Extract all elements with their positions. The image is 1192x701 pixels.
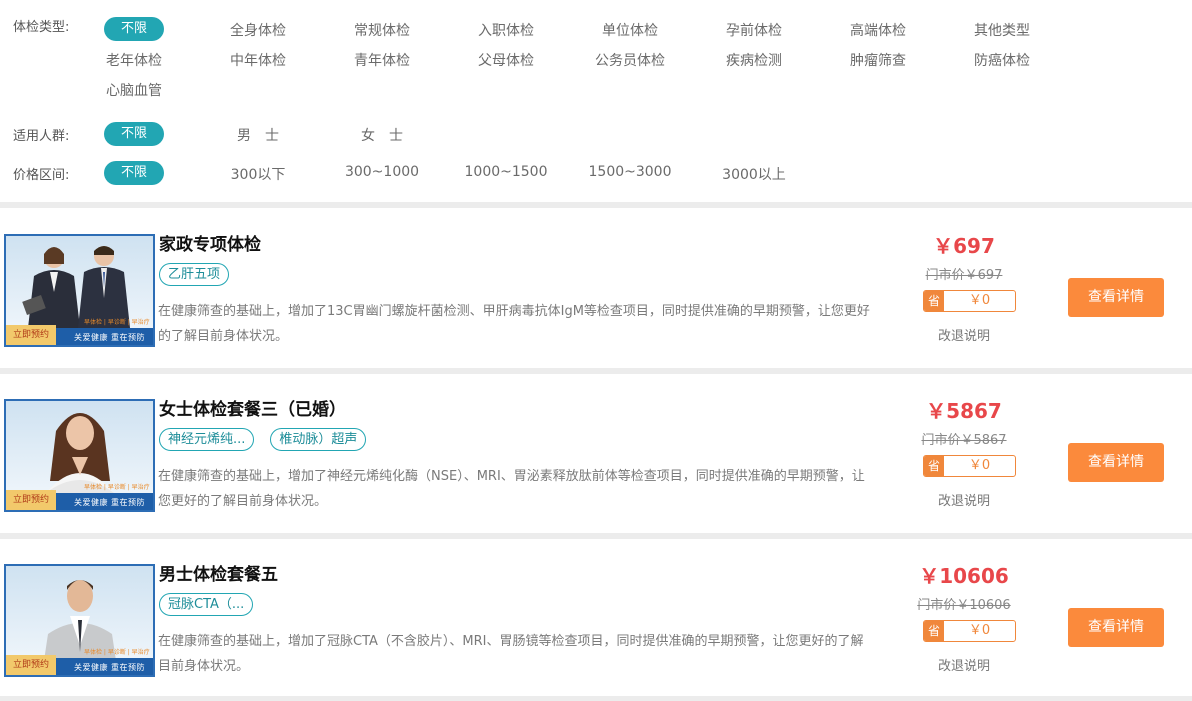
- type-option[interactable]: 老年体检: [76, 50, 192, 70]
- crowd-option-male[interactable]: 男 士: [200, 125, 316, 145]
- type-option[interactable]: 青年体检: [324, 50, 440, 70]
- price-option-all[interactable]: 不限: [104, 161, 164, 185]
- type-option[interactable]: 防癌体检: [944, 50, 1060, 70]
- package-card: 关爱健康 重在预防 早体检 | 早诊断 | 早治疗 立即预约 男士体检套餐五 冠…: [0, 538, 1192, 698]
- type-option[interactable]: 入职体检: [448, 20, 564, 40]
- package-title[interactable]: 女士体检套餐三（已婚）: [159, 395, 346, 420]
- thumbnail-mini-tags: 早体检 | 早诊断 | 早治疗: [84, 484, 150, 491]
- package-title[interactable]: 家政专项体检: [159, 230, 261, 255]
- type-option[interactable]: 其他类型: [944, 20, 1060, 40]
- package-description: 在健康筛查的基础上，增加了冠脉CTA（不含胶片）、MRI、胃肠镜等检查项目，同时…: [158, 634, 864, 674]
- market-price: 门市价￥5867: [921, 433, 1007, 448]
- type-option[interactable]: 中年体检: [200, 50, 316, 70]
- market-price: 门市价￥697: [925, 268, 1003, 283]
- package-thumbnail[interactable]: 关爱健康 重在预防 早体检 | 早诊断 | 早治疗 立即预约: [4, 564, 155, 677]
- price-option[interactable]: 1500~3000: [572, 164, 688, 180]
- price-filter-label: 价格区间:: [13, 168, 70, 183]
- type-option[interactable]: 孕前体检: [696, 20, 812, 40]
- save-badge: 省 ￥0: [923, 290, 1016, 312]
- crowd-option-all[interactable]: 不限: [104, 122, 164, 146]
- package-price: ￥5867: [926, 399, 1002, 423]
- package-tag: 乙肝五项: [159, 263, 230, 286]
- package-tag: 神经元烯纯...: [159, 428, 255, 451]
- divider: [0, 696, 1192, 701]
- save-badge: 省 ￥0: [923, 620, 1016, 642]
- refund-policy-link[interactable]: 改退说明: [904, 655, 1024, 674]
- package-tags: 神经元烯纯... 椎动脉）超声: [159, 428, 382, 452]
- market-price: 门市价￥10606: [917, 598, 1011, 613]
- book-now-tag[interactable]: 立即预约: [6, 655, 56, 675]
- type-option[interactable]: 高端体检: [820, 20, 936, 40]
- type-option[interactable]: 心脑血管: [76, 80, 192, 100]
- package-price: ￥10606: [919, 564, 1009, 588]
- type-filter-label: 体检类型:: [13, 20, 70, 35]
- book-now-tag[interactable]: 立即预约: [6, 325, 56, 345]
- refund-policy-link[interactable]: 改退说明: [904, 490, 1024, 509]
- type-option-all[interactable]: 不限: [104, 17, 164, 41]
- package-thumbnail[interactable]: 关爱健康 重在预防 早体检 | 早诊断 | 早治疗 立即预约: [4, 399, 155, 512]
- package-price: ￥697: [933, 234, 995, 258]
- type-option[interactable]: 公务员体检: [572, 50, 688, 70]
- view-details-button[interactable]: 查看详情: [1068, 443, 1164, 482]
- save-amount: ￥0: [968, 458, 991, 473]
- package-tag: 冠脉CTA（...: [159, 593, 254, 616]
- package-title[interactable]: 男士体检套餐五: [159, 560, 278, 585]
- view-details-button[interactable]: 查看详情: [1068, 608, 1164, 647]
- save-label: 省: [924, 621, 944, 641]
- thumbnail-slogan: 关爱健康 重在预防: [73, 663, 145, 672]
- type-option[interactable]: 单位体检: [572, 20, 688, 40]
- thumbnail-mini-tags: 早体检 | 早诊断 | 早治疗: [84, 649, 150, 656]
- type-option[interactable]: 疾病检测: [696, 50, 812, 70]
- crowd-filter-label: 适用人群:: [13, 129, 70, 144]
- price-option[interactable]: 300以下: [200, 164, 316, 184]
- type-option[interactable]: 常规体检: [324, 20, 440, 40]
- thumbnail-slogan: 关爱健康 重在预防: [73, 333, 145, 342]
- save-label: 省: [924, 291, 944, 311]
- price-option[interactable]: 1000~1500: [448, 164, 564, 180]
- type-option[interactable]: 肿瘤筛查: [820, 50, 936, 70]
- thumbnail-slogan: 关爱健康 重在预防: [73, 498, 145, 507]
- refund-policy-link[interactable]: 改退说明: [904, 325, 1024, 344]
- thumbnail-mini-tags: 早体检 | 早诊断 | 早治疗: [84, 319, 150, 326]
- package-description: 在健康筛查的基础上，增加了神经元烯纯化酶（NSE）、MRI、胃泌素释放肽前体等检…: [158, 469, 865, 509]
- price-option[interactable]: 300~1000: [324, 164, 440, 180]
- package-tags: 冠脉CTA（...: [159, 593, 269, 617]
- filter-panel: 体检类型: 不限 全身体检 常规体检 入职体检 单位体检 孕前体检 高端体检 其…: [0, 0, 1192, 202]
- package-tag: 椎动脉）超声: [270, 428, 367, 451]
- package-description: 在健康筛查的基础上，增加了13C胃幽门螺旋杆菌检测、甲肝病毒抗体IgM等检查项目…: [158, 304, 870, 344]
- crowd-option-female[interactable]: 女 士: [324, 125, 440, 145]
- view-details-button[interactable]: 查看详情: [1068, 278, 1164, 317]
- package-thumbnail[interactable]: 关爱健康 重在预防 早体检 | 早诊断 | 早治疗 立即预约: [4, 234, 155, 347]
- save-label: 省: [924, 456, 944, 476]
- package-card: 关爱健康 重在预防 早体检 | 早诊断 | 早治疗 立即预约 女士体检套餐三（已…: [0, 373, 1192, 533]
- package-tags: 乙肝五项: [159, 263, 245, 287]
- book-now-tag[interactable]: 立即预约: [6, 490, 56, 510]
- save-amount: ￥0: [968, 293, 991, 308]
- type-option[interactable]: 父母体检: [448, 50, 564, 70]
- save-amount: ￥0: [968, 623, 991, 638]
- package-card: 关爱健康 重在预防 早体检 | 早诊断 | 早治疗 立即预约 家政专项体检 乙肝…: [0, 208, 1192, 368]
- type-option[interactable]: 全身体检: [200, 20, 316, 40]
- price-option[interactable]: 3000以上: [696, 164, 812, 184]
- save-badge: 省 ￥0: [923, 455, 1016, 477]
